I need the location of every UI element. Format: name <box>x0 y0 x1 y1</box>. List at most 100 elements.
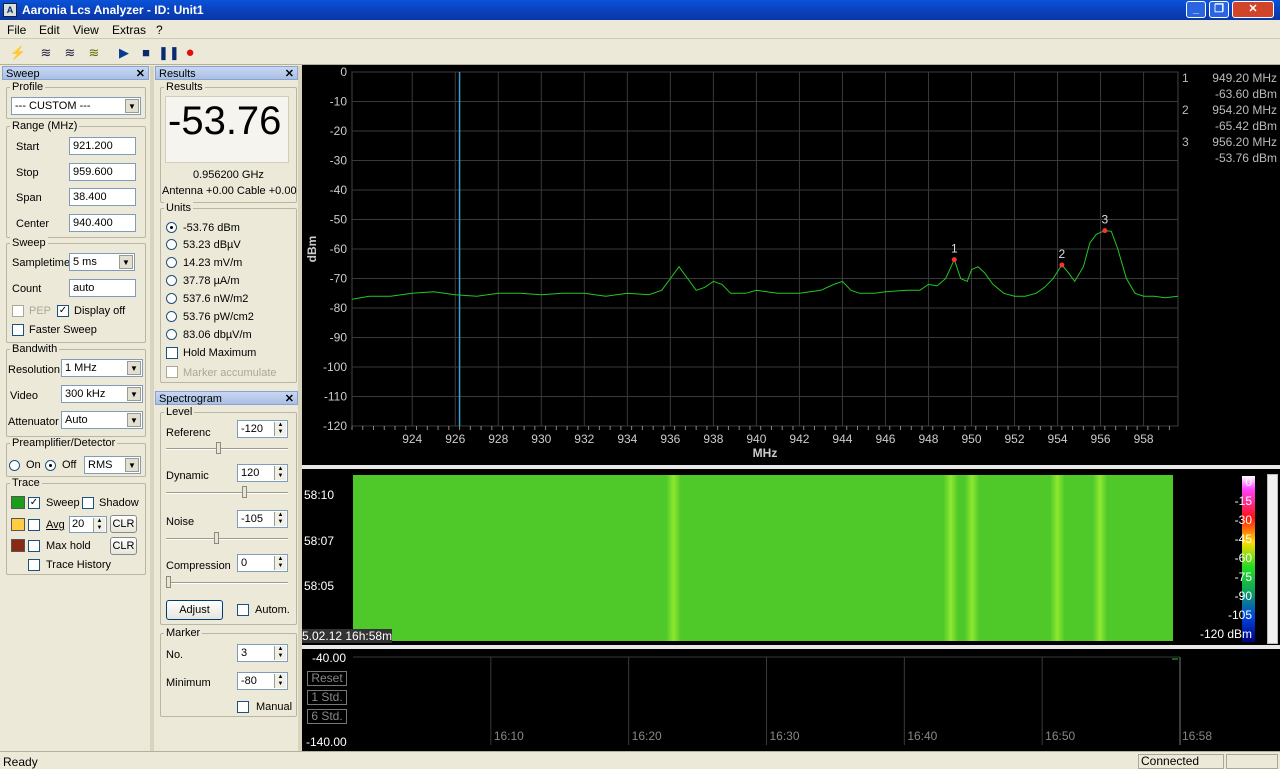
unit-radio-dbm[interactable] <box>166 222 177 233</box>
color-scale-tick: -90 <box>1234 589 1252 603</box>
marker-readout: 1 949.20 MHz -63.60 dBm 2 954.20 MHz -65… <box>1182 71 1277 171</box>
waterfall-chart[interactable]: 58:10 58:07 58:05 5.02.12 16h:58m 0 -15 -3… <box>302 469 1280 645</box>
preamp-off-radio[interactable] <box>45 460 56 471</box>
video-select[interactable]: 300 kHz ▼ <box>61 385 143 403</box>
menu-extras[interactable]: Extras <box>112 23 146 37</box>
marker-label: 1 <box>951 242 958 256</box>
shadow-checkbox[interactable] <box>82 497 94 509</box>
sampletime-select[interactable]: 5 ms ▼ <box>69 253 135 271</box>
spinner-icon[interactable]: ▲ ▼ <box>93 518 105 532</box>
spectrum-chart[interactable]: 0 -10 -20 -30 -40 -50 -60 -70 -80 -90 -100 -110 -120… <box>302 65 1280 465</box>
slider-thumb[interactable] <box>166 576 171 588</box>
unit-radio-mvm[interactable] <box>166 257 177 268</box>
spinner-icon[interactable]: ▲ ▼ <box>274 556 286 570</box>
menu-file[interactable]: File <box>7 23 26 37</box>
close-icon[interactable]: ✕ <box>285 392 294 406</box>
maxhold-checkbox[interactable] <box>28 540 40 552</box>
waterfall-scrollbar[interactable] <box>1267 474 1278 644</box>
adjust-button[interactable]: Adjust <box>166 600 223 620</box>
avg-input[interactable]: 20 ▲ ▼ <box>69 516 107 533</box>
results-group-label: Results <box>164 81 205 93</box>
maxhold-clear-button[interactable]: CLR <box>110 537 137 555</box>
autom-checkbox[interactable] <box>237 604 249 616</box>
sweep-color-swatch[interactable] <box>11 496 25 509</box>
trend-x-tick-label: 16:10 <box>494 729 524 743</box>
dynamic-slider[interactable] <box>166 486 288 498</box>
avg-clear-button[interactable]: CLR <box>110 515 137 533</box>
noise-slider[interactable] <box>166 532 288 544</box>
spinner-icon[interactable]: ▲ ▼ <box>274 466 286 480</box>
trend-6std-button[interactable]: 6 Std. <box>307 709 347 724</box>
maxhold-color-swatch[interactable] <box>11 539 25 552</box>
count-input[interactable]: auto <box>69 279 136 297</box>
resolution-select[interactable]: 1 MHz ▼ <box>61 359 143 377</box>
display-off-checkbox[interactable]: ✓ <box>57 305 69 317</box>
detector-select[interactable]: RMS ▼ <box>84 456 141 474</box>
unit-radio-nwm2[interactable] <box>166 293 177 304</box>
connect-icon[interactable]: ⚡ <box>8 43 28 62</box>
x-tick-label: 944 <box>832 432 852 446</box>
marker-accumulate-checkbox[interactable] <box>166 366 178 378</box>
manual-checkbox[interactable] <box>237 701 249 713</box>
minimum-input[interactable]: -80 ▲ ▼ <box>237 672 288 690</box>
sweep-mode-1-icon[interactable]: ≋ <box>36 43 56 62</box>
stop-input[interactable]: 959.600 <box>69 163 136 181</box>
dynamic-input[interactable]: 120 ▲ ▼ <box>237 464 288 482</box>
unit-radio-uam[interactable] <box>166 275 177 286</box>
waterfall-timestamp: 5.02.12 16h:58m <box>302 629 393 643</box>
faster-sweep-checkbox[interactable] <box>12 324 24 336</box>
noise-value: -105 <box>241 513 264 525</box>
spinner-icon[interactable]: ▲ ▼ <box>274 512 286 526</box>
close-button[interactable]: ✕ <box>1232 1 1274 18</box>
trace-history-checkbox[interactable] <box>28 559 40 571</box>
compression-slider[interactable] <box>166 576 288 588</box>
close-icon[interactable]: ✕ <box>136 67 145 81</box>
slider-thumb[interactable] <box>242 486 247 498</box>
trend-chart[interactable]: 16:10 16:20 16:30 16:40 16:50 16:58 <box>302 649 1280 751</box>
avg-color-swatch[interactable] <box>11 518 25 531</box>
record-icon[interactable]: ● <box>180 43 200 62</box>
slider-thumb[interactable] <box>216 442 221 454</box>
left-splitter[interactable] <box>150 66 154 751</box>
maximize-button[interactable]: ❐ <box>1209 1 1229 18</box>
sweep-trace-checkbox[interactable]: ✓ <box>28 497 40 509</box>
close-icon[interactable]: ✕ <box>285 67 294 81</box>
unit-radio-dbuv[interactable] <box>166 239 177 250</box>
hold-maximum-checkbox[interactable] <box>166 347 178 359</box>
unit-radio-dbuvm[interactable] <box>166 329 177 340</box>
spinner-icon[interactable]: ▲ ▼ <box>274 422 286 436</box>
stop-icon[interactable]: ■ <box>136 43 156 62</box>
attenuator-select[interactable]: Auto ▼ <box>61 411 143 429</box>
avg-value: 20 <box>72 518 85 530</box>
slider-thumb[interactable] <box>214 532 219 544</box>
start-input[interactable]: 921.200 <box>69 137 136 155</box>
profile-select[interactable]: --- CUSTOM --- ▼ <box>11 97 141 115</box>
trend-reset-button[interactable]: Reset <box>307 671 347 686</box>
reference-input[interactable]: -120 ▲ ▼ <box>237 420 288 438</box>
unit-radio-pwcm2[interactable] <box>166 311 177 322</box>
compression-input[interactable]: 0 ▲ ▼ <box>237 554 288 572</box>
sweep-panel-title: Sweep <box>6 68 40 80</box>
noise-input[interactable]: -105 ▲ ▼ <box>237 510 288 528</box>
sweep-mode-3-icon[interactable]: ≋ <box>84 43 104 62</box>
menu-help[interactable]: ? <box>156 23 163 37</box>
play-icon[interactable]: ▶ <box>114 43 134 62</box>
pause-icon[interactable]: ❚❚ <box>158 43 180 62</box>
trend-1std-button[interactable]: 1 Std. <box>307 690 347 705</box>
x-tick-label: 946 <box>875 432 895 446</box>
manual-label: Manual <box>256 701 293 713</box>
menu-view[interactable]: View <box>73 23 99 37</box>
avg-checkbox[interactable] <box>28 519 40 531</box>
menu-edit[interactable]: Edit <box>39 23 60 37</box>
minimize-button[interactable]: _ <box>1186 1 1206 18</box>
center-input[interactable]: 940.400 <box>69 214 136 232</box>
sweep-mode-2-icon[interactable]: ≋ <box>60 43 80 62</box>
marker-no-input[interactable]: 3 ▲ ▼ <box>237 644 288 662</box>
reference-slider[interactable] <box>166 442 288 454</box>
preamp-on-radio[interactable] <box>9 460 20 471</box>
pep-checkbox[interactable] <box>12 305 24 317</box>
span-input[interactable]: 38.400 <box>69 188 136 206</box>
trace-label: Trace <box>10 477 42 489</box>
spinner-icon[interactable]: ▲ ▼ <box>274 646 286 660</box>
spinner-icon[interactable]: ▲ ▼ <box>274 674 286 688</box>
